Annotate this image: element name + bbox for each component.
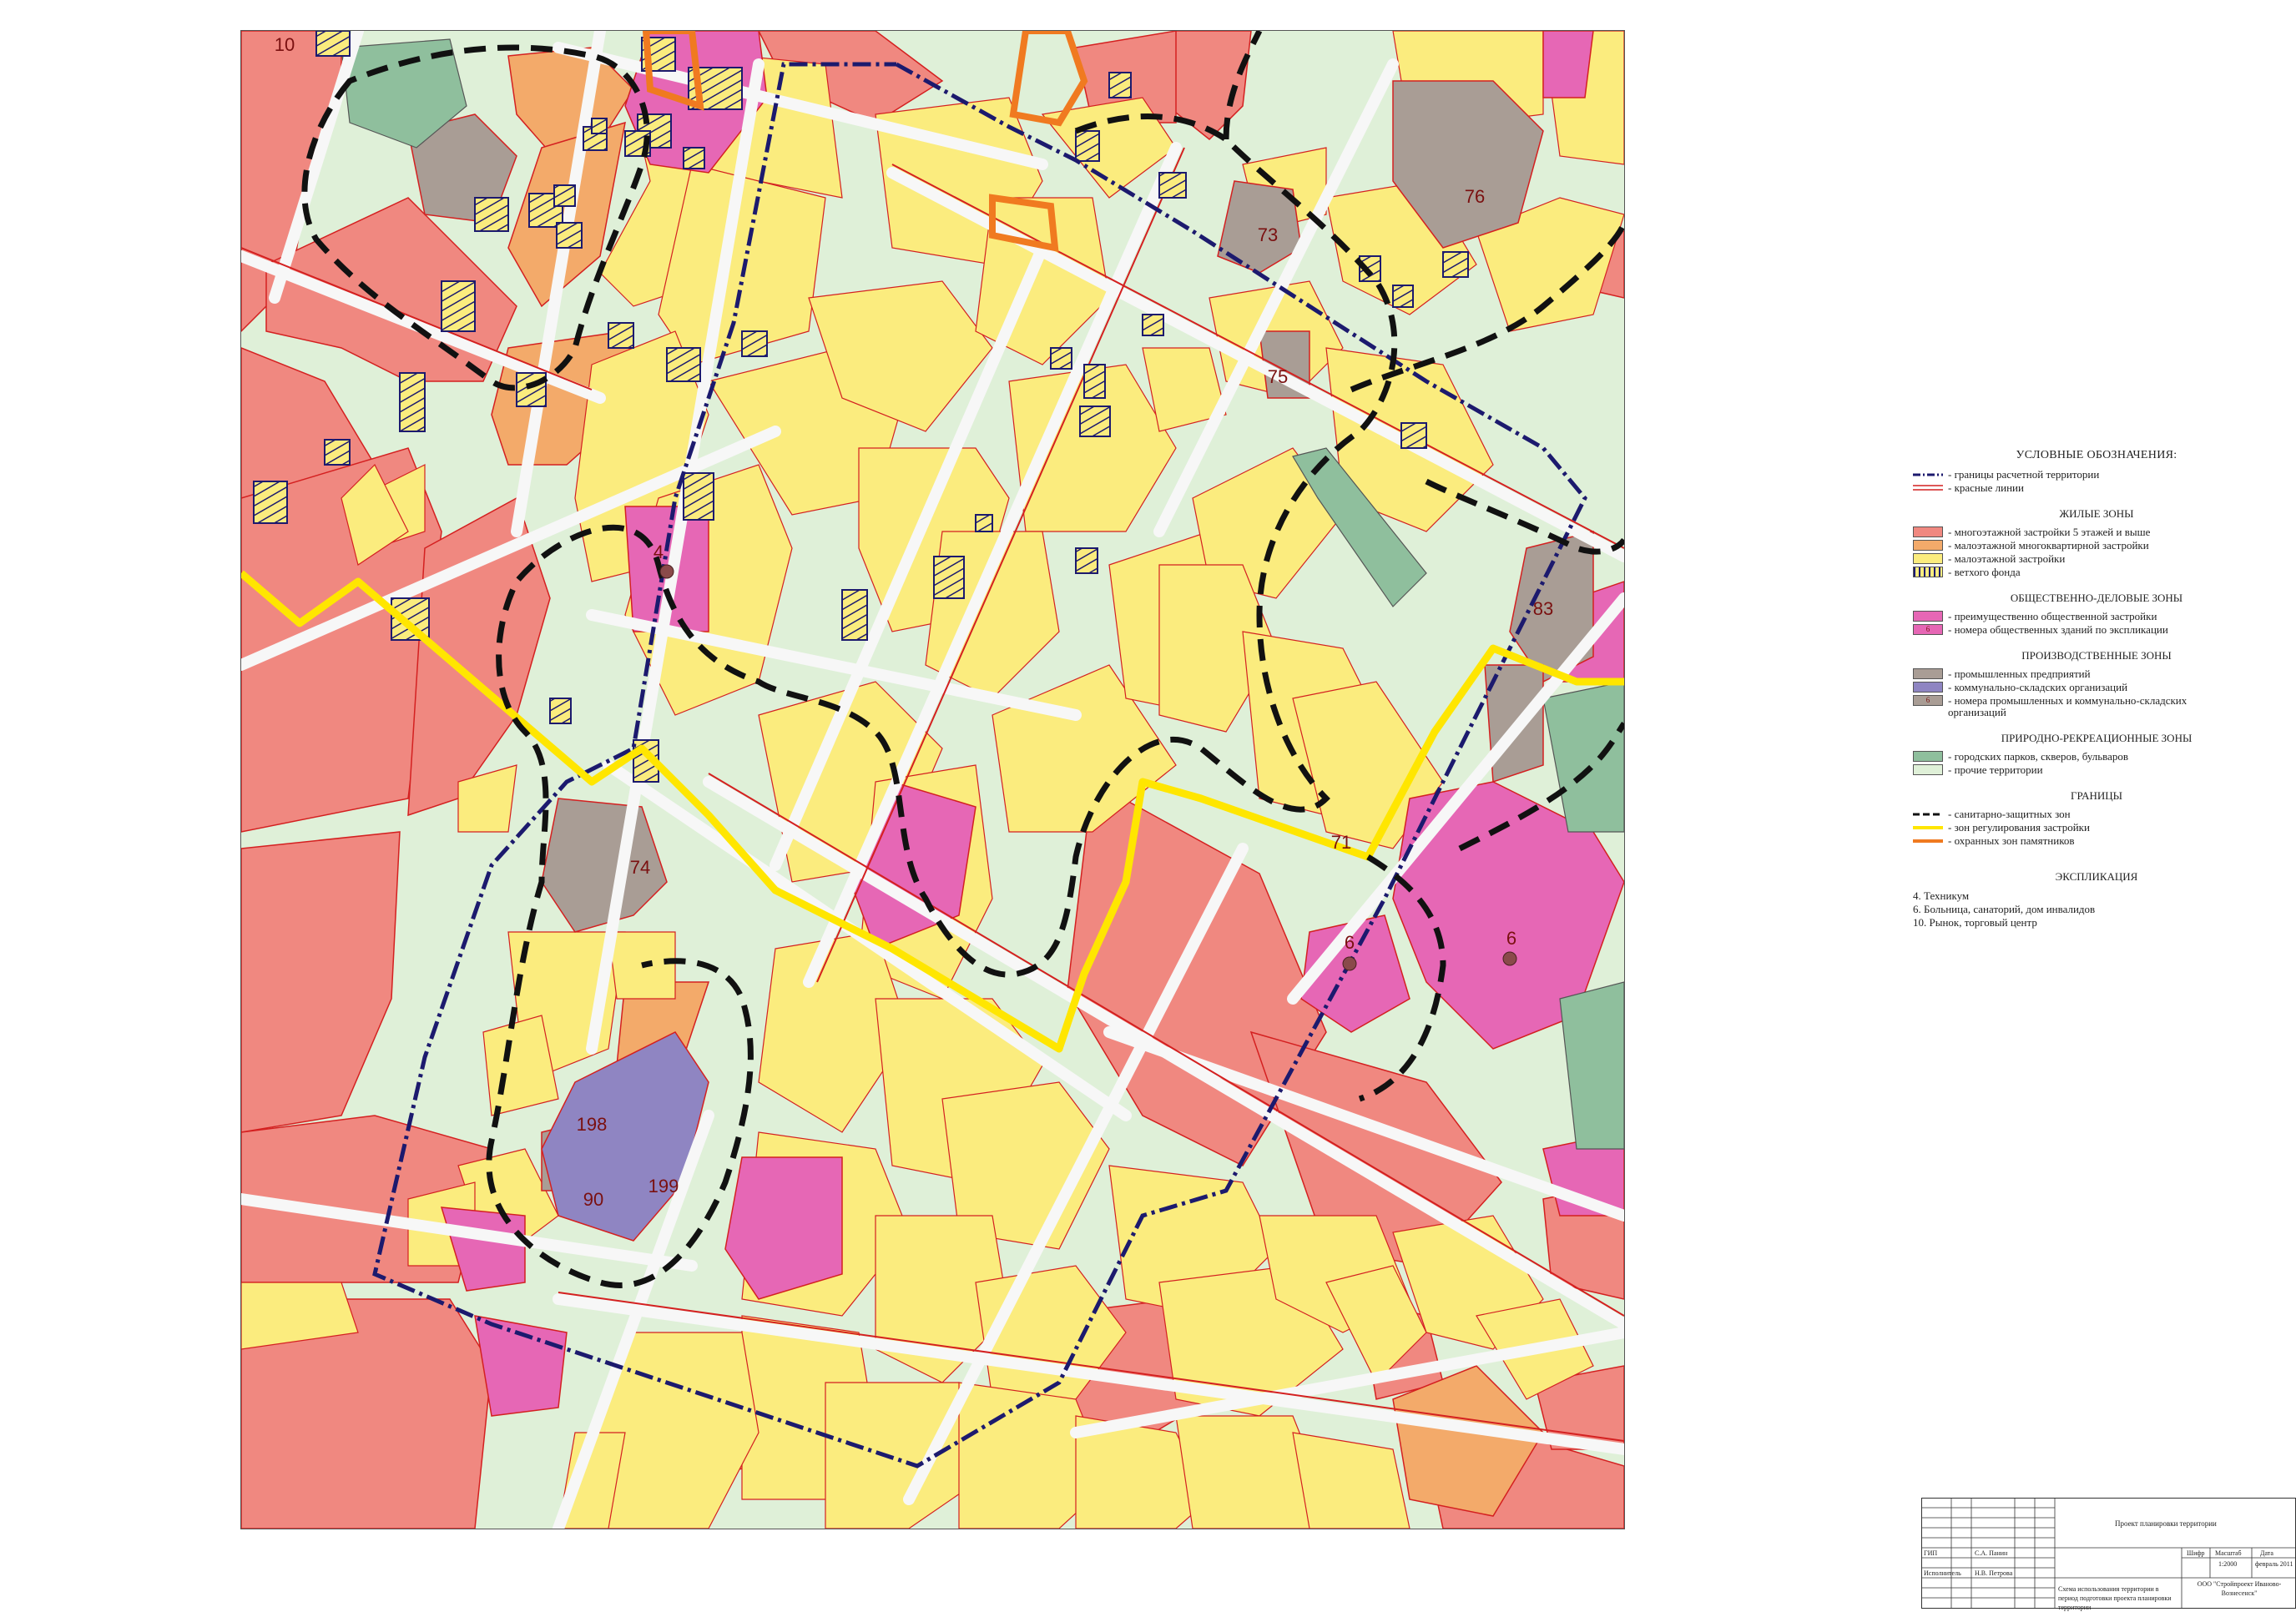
calc-boundary-swatch [1913,473,1943,476]
red-lines-swatch [1913,485,1943,491]
explication-item: 10. Рынок, торговый центр [1913,916,2037,929]
legend-title: УСЛОВНЫЕ ОБОЗНАЧЕНИЯ: [2016,449,2177,461]
legend-label: - малоэтажной застройки [1948,552,2066,565]
legend-label: - номера общественных зданий по эксплика… [1948,623,2168,636]
map-label-90: 90 [583,1189,603,1210]
legend-label: - номера промышленных и коммунально-скла… [1948,694,2188,718]
legend-row-red-lines: - красные линии [1913,482,2280,496]
legend-row-industrial: - промышленных предприятий [1913,668,2280,682]
legend-row-lowrise: - малоэтажной застройки [1913,553,2280,567]
other-swatch [1913,764,1943,775]
industrial-number-swatch: 6 [1913,695,1943,706]
legend-row-calc-boundary: - границы расчетной территории [1913,469,2280,482]
map-label-10: 10 [275,34,295,55]
stamp-scale: 1:2000 [2218,1560,2238,1568]
legend-row-sanitary: - санитарно-защитных зон [1913,809,2280,822]
legend-row-parks: - городских парков, скверов, бульваров [1913,751,2280,764]
legend-label: - зон регулирования застройки [1948,821,2090,834]
explication-item: 4. Техникум [1913,889,1970,902]
sanitary-swatch [1913,813,1943,816]
legend-row-multistorey: - многоэтажной застройки 5 этажей и выше [1913,526,2280,540]
map-label-83: 83 [1533,598,1553,619]
legend-row-communal: - коммунально-складских организаций [1913,682,2280,695]
legend-row-regulation: - зон регулирования застройки [1913,822,2280,835]
industrial-swatch [1913,668,1943,679]
legend-label: - коммунально-складских организаций [1948,681,2128,693]
legend-label: - охранных зон памятников [1948,834,2075,847]
stamp-gip-name: С.А. Панин [1975,1549,2008,1557]
multistorey-swatch [1913,526,1943,537]
public-number-swatch: 6 [1913,624,1943,635]
lowrise-swatch [1913,553,1943,564]
legend-label: - промышленных предприятий [1948,667,2091,680]
map-label-75: 75 [1268,366,1288,387]
legend-row-industrial-numbers: 6 - номера промышленных и коммунально-ск… [1913,695,2280,720]
legend-row-dilapidated: - ветхого фонда [1913,567,2280,580]
title-block: Проект планировки территории ГИП С.А. Па… [1921,1498,2296,1611]
legend-label: - ветхого фонда [1948,566,2021,578]
legend-label: - границы расчетной территории [1948,468,2100,481]
stamp-executor-name: Н.В. Петрова [1975,1569,2013,1577]
legend-section-public: ОБЩЕСТВЕННО-ДЕЛОВЫЕ ЗОНЫ [2010,592,2183,604]
stamp-date-label: Дата [2260,1549,2273,1557]
legend-label: - преимущественно общественной застройки [1948,610,2157,622]
stamp-stage-label: Шифр [2187,1549,2205,1557]
legend-label: - городских парков, скверов, бульваров [1948,750,2129,763]
map-label-73: 73 [1258,224,1278,245]
map-label-6b: 6 [1506,928,1516,949]
legend-section-residential: ЖИЛЫЕ ЗОНЫ [2059,507,2134,520]
protection-swatch [1913,839,1943,843]
legend-label: - санитарно-защитных зон [1948,808,2071,820]
legend-label: - прочие территории [1948,763,2043,776]
stamp-gip-role: ГИП [1924,1549,1938,1557]
legend-row-other: - прочие территории [1913,764,2280,778]
map-label-198: 198 [577,1114,608,1135]
legend-row-lowrise-apartment: - малоэтажной многоквартирной застройки [1913,540,2280,553]
stamp-title: Схема использования территории в период … [2058,1585,2172,1611]
lowrise-apartment-swatch [1913,540,1943,551]
land-use-map[interactable]: 10 73 75 76 4 83 74 71 6 6 198 199 90 [241,31,1624,1529]
map-label-76: 76 [1465,186,1485,207]
regulation-swatch [1913,826,1943,829]
stamp-project: Проект планировки территории [2115,1519,2217,1528]
legend-section-borders: ГРАНИЦЫ [2071,789,2122,802]
dilapidated-swatch [1913,567,1943,577]
map-frame[interactable]: 10 73 75 76 4 83 74 71 6 6 198 199 90 [240,30,1625,1529]
explication-title: ЭКСПЛИКАЦИЯ [2055,870,2138,883]
stamp-executor-role: Исполнитель [1924,1569,1961,1577]
stamp-date: февраль 2011 [2255,1560,2293,1568]
public-number-badge: 6 [1925,625,1930,633]
explication-item: 6. Больница, санаторий, дом инвалидов [1913,903,2096,915]
legend-row-public-numbers: 6 - номера общественных зданий по экспли… [1913,624,2280,637]
industrial-number-badge: 6 [1925,696,1930,704]
legend: УСЛОВНЫЕ ОБОЗНАЧЕНИЯ: - границы расчетно… [1913,449,2280,929]
legend-label: - красные линии [1948,481,2024,494]
map-label-199: 199 [648,1176,679,1196]
stamp-org: ООО "Стройпроект Иваново-Вознесенск" [2197,1580,2282,1597]
map-label-71: 71 [1331,832,1351,853]
explication-list: 4. Техникум 6. Больница, санаторий, дом … [1913,889,2280,929]
legend-row-public: - преимущественно общественной застройки [1913,611,2280,624]
legend-label: - многоэтажной застройки 5 этажей и выше [1948,526,2151,538]
public-swatch [1913,611,1943,622]
legend-row-protection: - охранных зон памятников [1913,835,2280,849]
map-label-74: 74 [630,857,650,878]
legend-section-industrial: ПРОИЗВОДСТВЕННЫЕ ЗОНЫ [2021,649,2172,662]
map-label-4: 4 [653,542,664,562]
parks-swatch [1913,751,1943,762]
stamp-scale-label: Масштаб [2215,1549,2242,1557]
legend-label: - малоэтажной многоквартирной застройки [1948,539,2149,552]
legend-section-recreation: ПРИРОДНО-РЕКРЕАЦИОННЫЕ ЗОНЫ [2001,732,2193,744]
communal-swatch [1913,682,1943,693]
map-label-6a: 6 [1345,932,1355,953]
